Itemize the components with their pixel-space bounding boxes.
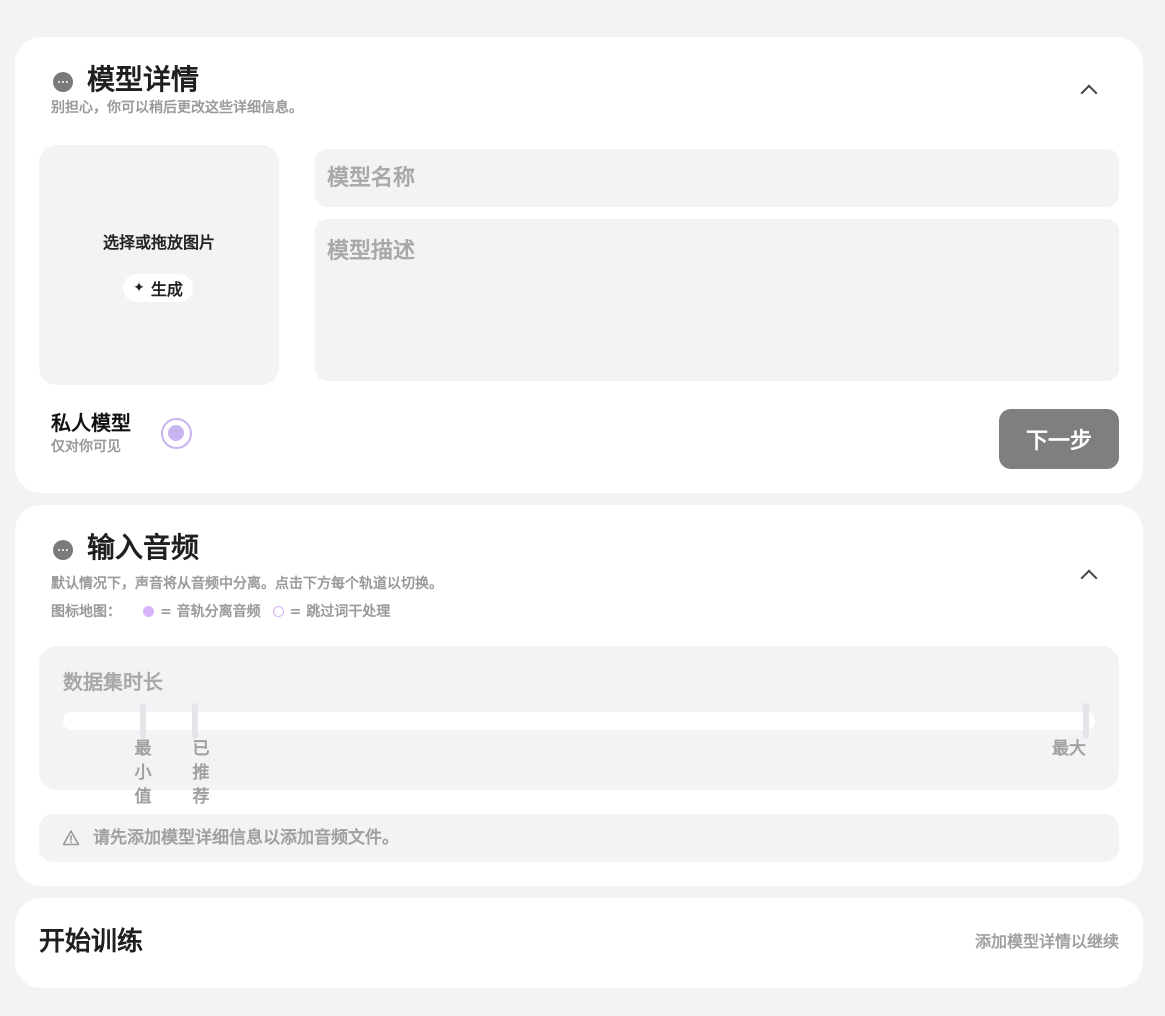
- audio-warning-text: 请先添加模型详细信息以添加音频文件。: [93, 828, 399, 848]
- model-details-card: 模型详情 别担心，你可以稍后更改这些详细信息。 选择或拖放图片 ✦ 生成 私人模…: [15, 37, 1143, 493]
- dataset-duration-panel: 数据集时长 最小值 已推荐 最大: [39, 646, 1119, 807]
- duration-track: [63, 712, 1095, 730]
- input-audio-subtitle: 默认情况下，声音将从音频中分离。点击下方每个轨道以切换。: [51, 576, 443, 592]
- model-details-subtitle: 别担心，你可以稍后更改这些详细信息。: [51, 100, 303, 116]
- sparkle-icon: ✦: [133, 280, 145, 296]
- model-description-input[interactable]: [315, 219, 1119, 381]
- audio-warning-banner: 请先添加模型详细信息以添加音频文件。: [39, 814, 1119, 862]
- image-drop-label: 选择或拖放图片: [102, 233, 215, 252]
- private-model-radio[interactable]: [161, 418, 192, 449]
- legend-label: 图标地图：: [51, 604, 121, 620]
- legend-hollow-dot-icon: [272, 605, 284, 617]
- next-button[interactable]: 下一步: [999, 409, 1119, 469]
- max-tick: [1083, 703, 1089, 739]
- section-ellipsis-icon: [53, 540, 73, 560]
- icon-legend: 图标地图： = 音轨分离音频 = 跳过词干处理: [51, 602, 402, 620]
- model-name-input[interactable]: [315, 149, 1119, 207]
- legend-hollow-text: = 跳过词干处理: [289, 604, 391, 620]
- private-model-subtitle: 仅对你可见: [51, 439, 121, 455]
- collapse-input-audio-chevron-up-icon[interactable]: [1074, 560, 1104, 590]
- generate-label: 生成: [150, 280, 183, 299]
- legend-filled-dot-icon: [143, 605, 154, 617]
- input-audio-title: 输入音频: [87, 531, 200, 564]
- legend-filled-text: = 音轨分离音频: [160, 604, 261, 620]
- dataset-duration-title: 数据集时长: [63, 670, 163, 694]
- warning-triangle-icon: [62, 830, 80, 846]
- max-tick-label: 最大: [1052, 739, 1086, 759]
- start-training-hint: 添加模型详情以继续: [974, 932, 1119, 951]
- recommended-tick-label: 已推荐: [192, 739, 210, 807]
- collapse-model-details-chevron-up-icon[interactable]: [1074, 75, 1104, 105]
- recommended-tick: [192, 703, 198, 739]
- min-tick: [140, 703, 146, 739]
- private-model-title: 私人模型: [51, 411, 131, 435]
- model-details-title: 模型详情: [87, 63, 200, 96]
- start-training-title: 开始训练: [39, 927, 144, 957]
- image-drop-zone[interactable]: 选择或拖放图片 ✦ 生成: [39, 145, 279, 385]
- generate-button[interactable]: ✦ 生成: [123, 274, 193, 302]
- section-ellipsis-icon: [53, 72, 73, 92]
- min-tick-label: 最小值: [134, 739, 152, 807]
- input-audio-card: 输入音频 默认情况下，声音将从音频中分离。点击下方每个轨道以切换。 图标地图： …: [15, 505, 1143, 886]
- start-training-card: 开始训练 添加模型详情以继续: [15, 898, 1143, 988]
